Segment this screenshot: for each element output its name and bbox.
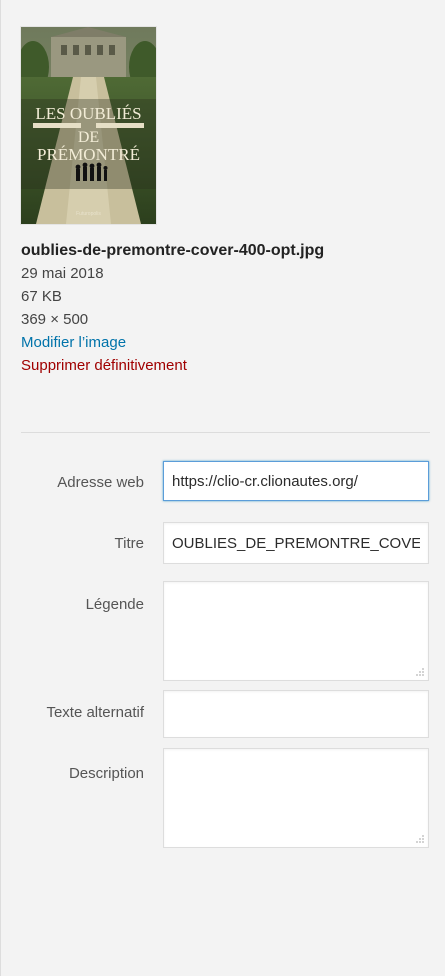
cover-publisher: Futuropolis — [76, 211, 101, 217]
attachment-info: oublies-de-premontre-cover-400-opt.jpg 2… — [21, 240, 421, 377]
cover-title-line3: PRÉMONTRÉ — [37, 145, 140, 164]
title-label: Titre — [114, 535, 144, 552]
attachment-dimensions: 369 × 500 — [21, 311, 89, 328]
title-input[interactable] — [163, 522, 429, 564]
caption-label: Légende — [85, 596, 144, 613]
alt-text-label: Texte alternatif — [46, 704, 144, 721]
url-input[interactable] — [163, 461, 429, 501]
cover-title-line2: DE — [78, 129, 99, 146]
edit-image-link[interactable]: Modifier l’image — [21, 331, 126, 354]
book-cover-image: LES OUBLIÉS DE PRÉMONTRÉ Futuropolis — [21, 27, 156, 224]
description-textarea[interactable] — [163, 748, 429, 848]
attachment-upload-date: 29 mai 2018 — [21, 265, 104, 282]
attachment-details-panel: LES OUBLIÉS DE PRÉMONTRÉ Futuropolis oub… — [0, 0, 445, 976]
section-divider — [21, 432, 430, 433]
attachment-file-size: 67 KB — [21, 288, 62, 305]
description-label: Description — [68, 765, 144, 782]
url-label: Adresse web — [57, 474, 144, 491]
caption-textarea[interactable] — [163, 581, 429, 681]
attachment-filename: oublies-de-premontre-cover-400-opt.jpg — [21, 242, 325, 259]
attachment-thumbnail[interactable]: LES OUBLIÉS DE PRÉMONTRÉ Futuropolis — [21, 27, 156, 224]
alt-text-input[interactable] — [163, 690, 429, 738]
delete-permanently-link[interactable]: Supprimer définitivement — [21, 354, 187, 377]
cover-title-line1: LES OUBLIÉS — [35, 104, 141, 123]
